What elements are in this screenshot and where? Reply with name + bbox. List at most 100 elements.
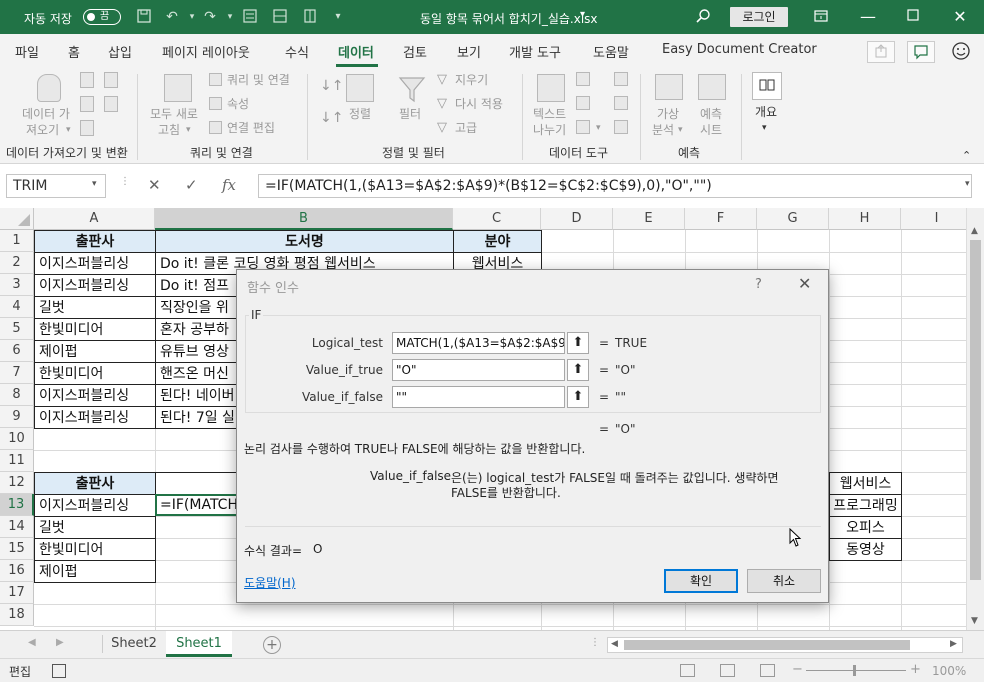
row-header[interactable]: 9 (0, 406, 34, 428)
cell-h13[interactable]: 프로그래밍 (829, 494, 902, 517)
row-header[interactable]: 4 (0, 296, 34, 318)
sort-desc-icon[interactable]: ↓↑ (320, 110, 343, 126)
refresh-dropdown-icon[interactable]: ▾ (186, 122, 191, 138)
column-header-a[interactable]: A (34, 208, 155, 230)
collapse-ref-icon[interactable]: ⬆ (567, 359, 589, 381)
redo-icon[interactable]: ↷ (201, 8, 219, 26)
what-if-dropdown-icon[interactable]: ▾ (678, 122, 683, 138)
scroll-thumb[interactable] (970, 240, 981, 580)
row-header[interactable]: 15 (0, 538, 34, 560)
select-all-corner[interactable] (0, 208, 34, 230)
tab-data[interactable]: 데이터 (338, 42, 374, 61)
scroll-left-icon[interactable]: ◀ (611, 639, 618, 649)
cell-h12[interactable]: 웹서비스 (829, 472, 902, 495)
layout-icon[interactable] (271, 8, 289, 26)
normal-view-icon[interactable] (680, 664, 695, 677)
scroll-down-icon[interactable]: ▼ (971, 616, 978, 626)
tab-formulas[interactable]: 수식 (285, 42, 309, 61)
zoom-in-icon[interactable]: + (910, 662, 921, 677)
cell-a2[interactable]: 이지스퍼블리싱 (34, 252, 156, 275)
column-header-d[interactable]: D (541, 208, 613, 230)
what-if-label-1[interactable]: 가상 (657, 106, 679, 122)
name-box-dropdown-icon[interactable]: ▾ (92, 179, 97, 189)
column-header-g[interactable]: G (757, 208, 829, 230)
new-sheet-icon[interactable]: + (263, 636, 281, 654)
get-data-label-2[interactable]: 져오기 (26, 122, 59, 138)
hscroll-thumb[interactable] (624, 640, 910, 650)
outline-dropdown-icon[interactable]: ▾ (762, 120, 767, 136)
clear-button[interactable]: 지우기 (455, 72, 488, 88)
sheet-tab-sheet1[interactable]: Sheet1 (166, 631, 232, 657)
customize-qat-icon[interactable]: ▾ (329, 8, 347, 26)
row-header[interactable]: 10 (0, 428, 34, 450)
expand-formula-bar-icon[interactable]: ▾ (965, 179, 970, 189)
consolidate-icon[interactable] (614, 72, 628, 86)
cell-c1[interactable]: 분야 (453, 230, 542, 253)
column-header-b[interactable]: B (155, 208, 453, 230)
get-data-dropdown-icon[interactable]: ▾ (66, 122, 71, 138)
ribbon-display-icon[interactable] (812, 8, 830, 26)
tab-view[interactable]: 보기 (457, 42, 481, 61)
sort-icon[interactable] (301, 8, 319, 26)
dialog-close-icon[interactable]: ✕ (798, 274, 811, 293)
formula-input[interactable]: =IF(MATCH(1,($A13=$A$2:$A$9)*(B$12=$C$2:… (258, 174, 972, 198)
cancel-button[interactable]: 취소 (747, 569, 821, 593)
remove-duplicates-icon[interactable] (576, 96, 590, 110)
cell-a16[interactable]: 제이펍 (34, 560, 156, 583)
text-to-columns-label-1[interactable]: 텍스트 (533, 106, 566, 122)
cancel-entry-icon[interactable]: ✕ (148, 176, 161, 194)
sheet-tab-sheet2[interactable]: Sheet2 (104, 631, 164, 657)
arg-input-value-if-true[interactable]: "O" (392, 359, 565, 381)
column-header-e[interactable]: E (613, 208, 685, 230)
next-sheet-icon[interactable]: ▶ (56, 637, 64, 648)
confirm-entry-icon[interactable]: ✓ (185, 176, 198, 194)
search-icon[interactable] (694, 8, 712, 26)
login-button[interactable]: 로그인 (730, 7, 788, 27)
scroll-right-icon[interactable]: ▶ (950, 639, 957, 649)
cell-a6[interactable]: 제이펍 (34, 340, 156, 363)
insert-function-icon[interactable]: fx (222, 176, 236, 194)
maximize-icon[interactable] (904, 8, 922, 26)
vertical-scrollbar[interactable]: ▲ ▼ (966, 208, 984, 630)
prev-sheet-icon[interactable]: ◀ (28, 637, 36, 648)
advanced-button[interactable]: 고급 (455, 120, 477, 136)
tab-file[interactable]: 파일 (15, 42, 39, 61)
ok-button[interactable]: 확인 (664, 569, 738, 593)
cell-a1[interactable]: 출판사 (34, 230, 156, 253)
zoom-level[interactable]: 100% (932, 664, 966, 678)
horizontal-scrollbar[interactable]: ◀ ▶ (607, 637, 963, 653)
tab-insert[interactable]: 삽입 (108, 42, 132, 61)
row-header[interactable]: 8 (0, 384, 34, 406)
row-header[interactable]: 1 (0, 230, 34, 252)
smiley-feedback-icon[interactable] (950, 40, 972, 62)
cell-a7[interactable]: 한빛미디어 (34, 362, 156, 385)
collapse-ref-icon[interactable]: ⬆ (567, 386, 589, 408)
from-text-icon[interactable] (80, 72, 94, 88)
column-header-c[interactable]: C (453, 208, 541, 230)
cell-a13[interactable]: 이지스퍼블리싱 (34, 494, 156, 517)
cell-h15[interactable]: 동영상 (829, 538, 902, 561)
cell-a15[interactable]: 한빛미디어 (34, 538, 156, 561)
row-header[interactable]: 11 (0, 450, 34, 472)
row-header[interactable]: 2 (0, 252, 34, 274)
tab-easy-document-creator[interactable]: Easy Document Creator (662, 42, 817, 57)
zoom-slider[interactable] (806, 670, 906, 671)
column-header-f[interactable]: F (685, 208, 757, 230)
zoom-out-icon[interactable]: − (792, 662, 803, 677)
undo-dropdown-icon[interactable]: ▾ (183, 8, 201, 26)
row-header[interactable]: 18 (0, 604, 34, 626)
cell-a14[interactable]: 길벗 (34, 516, 156, 539)
edit-links-button[interactable]: 연결 편집 (227, 120, 275, 136)
help-link[interactable]: 도움말(H) (244, 574, 296, 591)
reapply-button[interactable]: 다시 적용 (455, 96, 503, 112)
properties-button[interactable]: 속성 (227, 96, 249, 112)
cell-a4[interactable]: 길벗 (34, 296, 156, 319)
row-header[interactable]: 14 (0, 516, 34, 538)
undo-icon[interactable]: ↶ (163, 8, 181, 26)
cell-a12[interactable]: 출판사 (34, 472, 156, 495)
scroll-up-icon[interactable]: ▲ (971, 226, 978, 236)
column-header-h[interactable]: H (829, 208, 901, 230)
tab-review[interactable]: 검토 (403, 42, 427, 61)
refresh-all-label-1[interactable]: 모두 새로 (150, 106, 198, 122)
row-header[interactable]: 13 (0, 494, 34, 516)
